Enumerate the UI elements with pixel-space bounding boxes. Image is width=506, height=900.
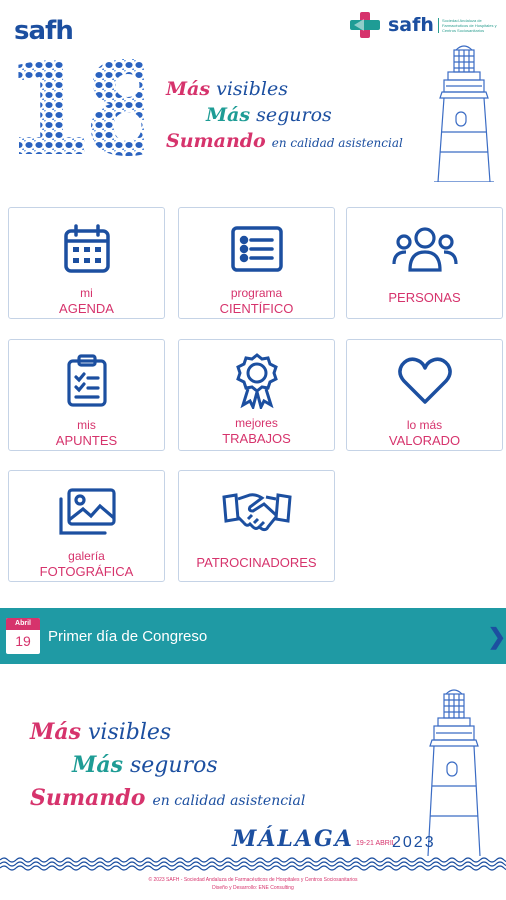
slogan-mas-2: Más — [206, 104, 251, 126]
menu-tile-patrocinadores[interactable]: PATROCINADORES — [178, 470, 335, 582]
footer-slogan: Más visibles Más seguros Sumando en cali… — [30, 716, 305, 817]
menu-tile-label: mis APUNTES — [55, 418, 118, 448]
chevron-right-icon[interactable]: ❯ — [488, 624, 506, 650]
menu-tile-galeria[interactable]: galería FOTOGRÁFICA — [8, 470, 165, 582]
slogan-mas-2: Más — [72, 752, 123, 778]
menu-tile-apuntes[interactable]: mis APUNTES — [8, 339, 165, 451]
event-dates: 19-21 ABRIL — [356, 840, 396, 847]
menu-tile-label: PATROCINADORES — [196, 555, 317, 570]
wave-border — [0, 857, 506, 871]
slogan-calidad: en calidad asistencial — [152, 793, 306, 809]
calendar-date-badge: Abril 19 — [6, 618, 40, 654]
award-icon — [234, 352, 280, 410]
org-name: safh — [388, 14, 434, 36]
org-logo: safh Sociedad Andaluza de Farmacéuticos … — [348, 10, 502, 40]
banner-title: Primer día de Congreso — [48, 627, 208, 645]
event-year: 2023 — [392, 834, 436, 851]
handshake-icon — [221, 483, 292, 541]
footer-credits: © 2023 SAFH - Sociedad Andaluza de Farma… — [0, 876, 506, 892]
clipboard-icon — [66, 352, 108, 410]
slogan-seguros: seguros — [256, 104, 332, 126]
slogan-mas-1: Más — [166, 78, 211, 100]
menu-tile-valorado[interactable]: lo más VALORADO — [346, 339, 503, 451]
city-name: MÁLAGA — [232, 826, 354, 852]
menu-tile-label: programa CIENTÍFICO — [219, 286, 294, 316]
copyright-text: © 2023 SAFH - Sociedad Andaluza de Farma… — [148, 877, 358, 883]
footer: Más visibles Más seguros Sumando en cali… — [0, 664, 506, 900]
badge-month: Abril — [6, 618, 40, 630]
svg-text:18: 18 — [4, 40, 144, 158]
menu-tile-trabajos[interactable]: mejores TRABAJOS — [178, 339, 335, 451]
menu-tile-label: lo más VALORADO — [388, 418, 461, 448]
people-icon — [391, 220, 458, 278]
developer-credit[interactable]: Diseño y Desarrollo: ENE Consulting — [0, 884, 506, 892]
menu-tile-label: galería FOTOGRÁFICA — [39, 549, 134, 579]
menu-tile-label: PERSONAS — [388, 290, 461, 305]
slogan-sumando: Sumando — [30, 785, 146, 811]
calendar-icon — [63, 220, 111, 278]
slogan-visibles: visibles — [88, 720, 172, 745]
badge-day: 19 — [15, 633, 31, 649]
menu-tile-agenda[interactable]: mi AGENDA — [8, 207, 165, 319]
header-slogan: Más visibles Más seguros Sumando en cali… — [166, 76, 403, 156]
org-description: Sociedad Andaluza de Farmacéuticos de Ho… — [437, 17, 502, 33]
menu-tile-label: mejores TRABAJOS — [222, 416, 291, 446]
slogan-seguros: seguros — [130, 753, 218, 778]
menu-tile-programa[interactable]: programa CIENTÍFICO — [178, 207, 335, 319]
slogan-mas-1: Más — [30, 719, 81, 745]
lighthouse-illustration — [427, 689, 481, 856]
menu-tile-label: mi AGENDA — [59, 286, 114, 316]
heart-icon — [397, 352, 453, 410]
menu-tile-personas[interactable]: PERSONAS — [346, 207, 503, 319]
photos-icon — [57, 483, 117, 541]
header: safh 18 safh Sociedad Andaluza de Farmac… — [0, 0, 506, 190]
congress-day-banner[interactable]: Abril 19 Primer día de Congreso ❯ — [0, 608, 506, 664]
slogan-calidad: en calidad asistencial — [271, 136, 403, 150]
cross-logo-icon — [350, 12, 380, 38]
slogan-sumando: Sumando — [166, 130, 266, 152]
lighthouse-illustration — [434, 45, 494, 182]
list-icon — [230, 220, 284, 278]
slogan-visibles: visibles — [216, 78, 288, 100]
edition-logo: 18 — [4, 40, 144, 158]
